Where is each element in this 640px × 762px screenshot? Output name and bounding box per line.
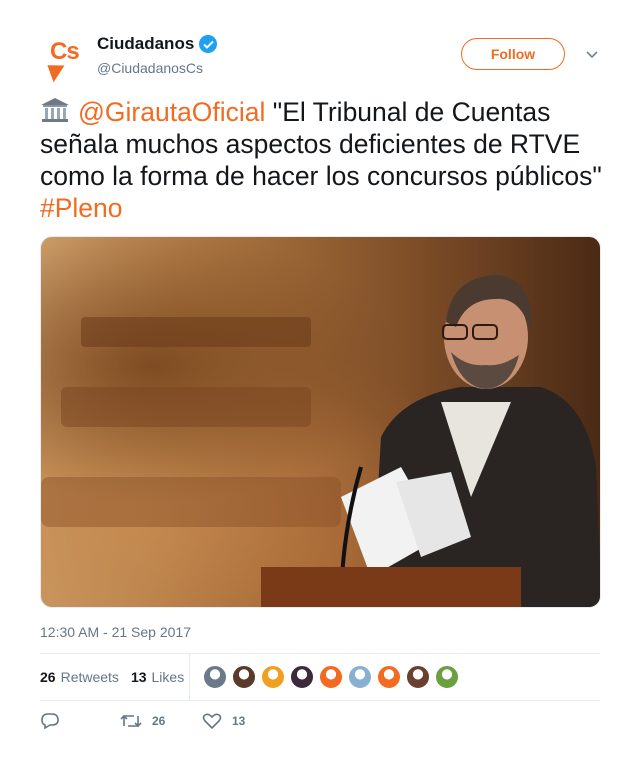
tweet-actions: 26 13 [40,712,340,734]
like-button[interactable]: 13 [202,712,245,730]
tweet-timestamp[interactable]: 12:30 AM - 21 Sep 2017 [40,624,191,640]
tweet-text: @GirautaOficial "El Tribunal de Cuentas … [40,96,605,224]
tweet-photo[interactable] [40,236,601,608]
likes-stat[interactable]: 13 Likes [131,669,184,685]
chevron-down-icon[interactable] [584,46,600,62]
likes-count: 13 [130,669,147,685]
liker-avatar[interactable] [232,665,256,689]
mention-link[interactable]: @GirautaOficial [78,97,265,127]
classical-building-icon [40,97,70,123]
retweets-stat[interactable]: 26 Retweets [40,669,119,685]
liker-avatar[interactable] [203,665,227,689]
hashtag-link[interactable]: #Pleno [40,193,123,223]
display-name[interactable]: Ciudadanos [97,34,194,54]
reply-icon [41,713,59,730]
liker-avatar[interactable] [319,665,343,689]
photo-scene [41,275,600,607]
divider-top [40,653,600,654]
name-row: Ciudadanos [97,34,218,54]
liker-avatar[interactable] [435,665,459,689]
verified-badge-icon [199,35,218,53]
retweets-count: 26 [40,669,56,685]
account-handle[interactable]: @CiudadanosCs [97,60,203,76]
liker-avatar[interactable] [406,665,430,689]
liker-avatar[interactable] [348,665,372,689]
retweet-button[interactable]: 26 [120,712,165,730]
reply-button[interactable] [40,712,70,730]
divider-bottom [40,700,600,701]
liker-avatar[interactable] [377,665,401,689]
heart-icon [202,713,222,730]
stats-separator [189,654,190,700]
account-avatar[interactable]: Cs [40,32,90,83]
like-count: 13 [232,714,246,728]
tweet-header: Cs Ciudadanos @CiudadanosCs Follow [40,28,610,84]
retweet-count: 26 [152,714,166,728]
liker-avatar[interactable] [261,665,285,689]
engagement-stats: 26 Retweets 13 Likes [40,664,184,690]
follow-button[interactable]: Follow [461,38,565,70]
retweets-label: Retweets [60,669,119,685]
likes-label: Likes [151,669,185,685]
liker-avatar[interactable] [290,665,314,689]
liker-avatars [203,665,464,689]
retweet-icon [120,714,142,728]
